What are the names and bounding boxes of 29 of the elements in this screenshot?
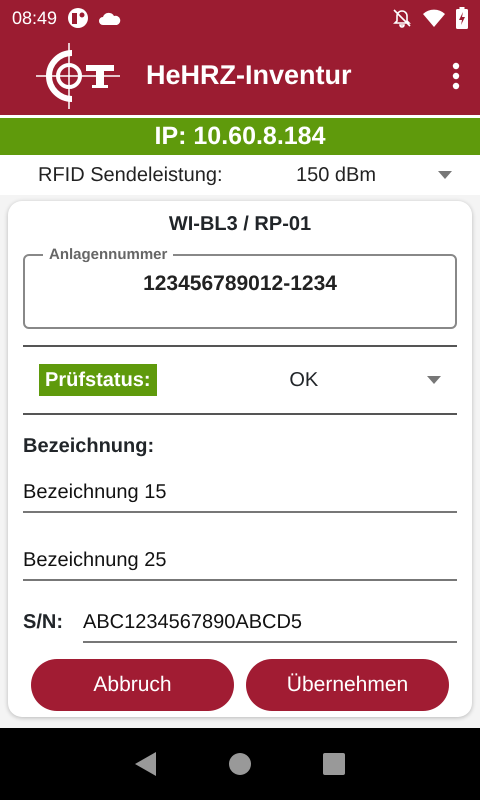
- status-time: 08:49: [12, 6, 58, 30]
- battery-icon: [456, 7, 468, 29]
- description-field[interactable]: Bezeichnung 15: [23, 475, 457, 513]
- field-label: Anlagennummer: [48, 247, 168, 262]
- home-icon[interactable]: [229, 753, 251, 775]
- serial-label: S/N:: [23, 610, 63, 635]
- ip-address-banner: IP: 10.60.8.184: [0, 118, 480, 155]
- dropdown-arrow-icon: [427, 376, 441, 384]
- apply-button[interactable]: Übernehmen: [246, 659, 449, 711]
- cancel-button[interactable]: Abbruch: [31, 659, 234, 711]
- app-notification-icon: [67, 7, 90, 29]
- rfid-power-label: RFID Sendeleistung:: [38, 163, 224, 188]
- cloud-icon: [99, 11, 122, 25]
- rfid-power-dropdown[interactable]: 150 dBm: [296, 160, 452, 190]
- serial-number-field[interactable]: ABC1234567890ABCD5: [83, 605, 457, 643]
- more-options-icon[interactable]: [452, 62, 460, 90]
- description-field[interactable]: Bezeichnung 25: [23, 543, 457, 581]
- field-value: 123456789012-1234: [142, 271, 338, 297]
- card-title: WI-BL3 / RP-01: [168, 212, 312, 237]
- asset-number-field[interactable]: Anlagennummer 123456789012-1234: [23, 247, 457, 329]
- logo-icon: [36, 42, 120, 108]
- description-label: Bezeichnung:: [23, 434, 156, 459]
- notifications-off-icon: [392, 8, 412, 28]
- wifi-icon: [422, 8, 446, 28]
- dropdown-arrow-icon: [438, 171, 452, 179]
- status-label: Prüfstatus:: [39, 364, 157, 396]
- check-status-dropdown[interactable]: Prüfstatus: OK: [23, 347, 457, 413]
- back-icon[interactable]: [135, 752, 157, 776]
- app-title: HeHRZ-Inventur: [146, 59, 353, 92]
